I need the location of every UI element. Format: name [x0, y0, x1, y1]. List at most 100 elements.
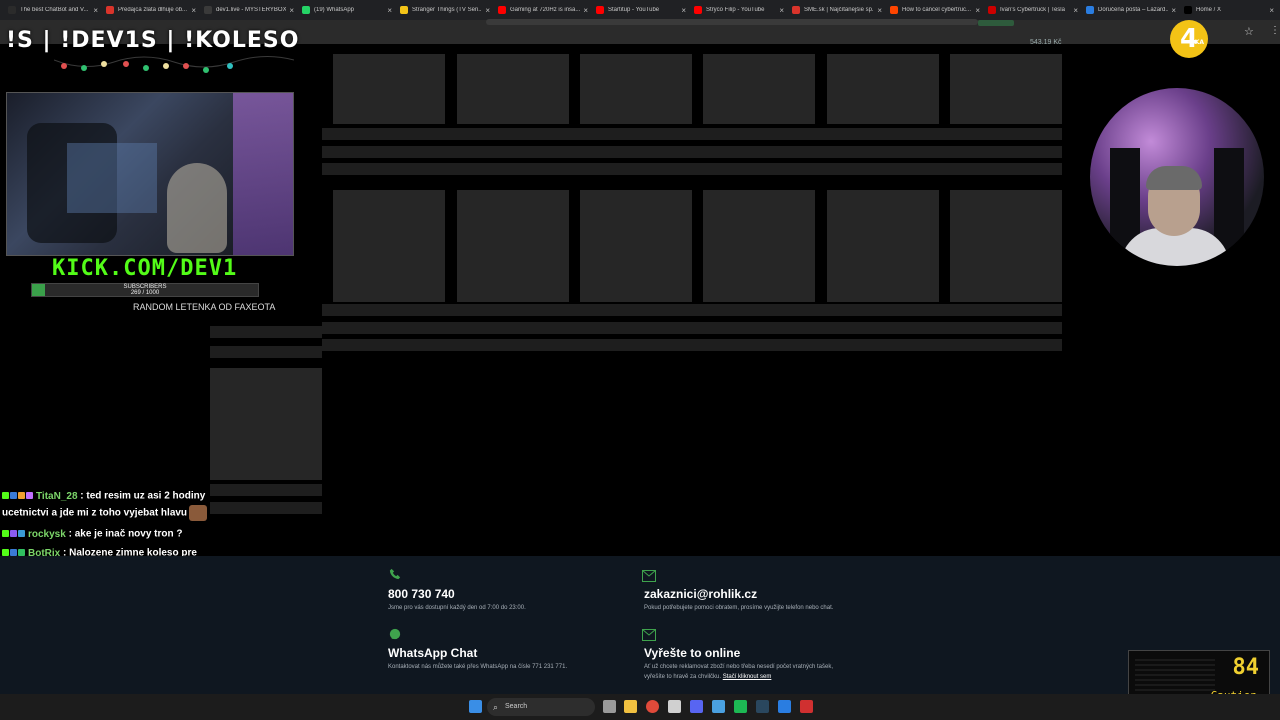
close-tab-icon[interactable]: ×	[779, 6, 784, 15]
badge-icon	[2, 529, 9, 537]
app-red-icon[interactable]	[800, 700, 813, 713]
placeholder-card	[580, 54, 692, 124]
badge-suffix: KA	[1194, 39, 1204, 46]
phone-icon	[389, 568, 401, 580]
browser-tab[interactable]: How to cancel cybertruc... ×	[886, 1, 984, 19]
placeholder-card	[703, 190, 815, 302]
spotify-icon[interactable]	[734, 700, 747, 713]
online-title[interactable]: Vyřešte to online	[644, 646, 740, 660]
chrome-alt-icon[interactable]	[668, 700, 681, 713]
close-tab-icon[interactable]: ×	[975, 6, 980, 15]
youtube-icon	[498, 6, 506, 14]
browser-tab[interactable]: SME.sk | Najčítanejšie sp... ×	[788, 1, 886, 19]
browser-tab-title: dev1.live - MYSTERYBOX...	[216, 7, 287, 13]
streamer-figure	[167, 163, 227, 253]
browser-tab[interactable]: Doručená pošta – Lazard... ×	[1082, 1, 1180, 19]
sme-icon	[106, 6, 114, 14]
browser-tab-title: Strýco Filip - YouTube	[706, 7, 765, 13]
kick-url: KICK.COM/DEV1	[52, 256, 238, 281]
placeholder-card	[703, 54, 815, 124]
online-desc-line2: vyřešíte to hravě za chvilčku. Stačí kli…	[644, 672, 833, 682]
chat-username[interactable]: TitaN_28	[36, 491, 78, 502]
close-tab-icon[interactable]: ×	[1171, 6, 1176, 15]
chat-message: TitaN_28 : ted resim uz asi 2 hodiny uce…	[2, 488, 226, 521]
placeholder-strip	[322, 128, 1062, 140]
close-tab-icon[interactable]: ×	[191, 6, 196, 15]
badge-icon	[18, 491, 25, 499]
placeholder-card	[950, 190, 1062, 302]
browser-tab[interactable]: Ivan's Cybertruck | Tesla ×	[984, 1, 1082, 19]
close-tab-icon[interactable]: ×	[1269, 6, 1274, 15]
emote-icon	[189, 504, 208, 521]
browser-tab[interactable]: Home / X ×	[1180, 1, 1278, 19]
badge-icon	[10, 548, 17, 556]
close-tab-icon[interactable]: ×	[1073, 6, 1078, 15]
contact-footer: 800 730 740 Jsme pro vás dostupní každý …	[0, 556, 1280, 694]
close-tab-icon[interactable]: ×	[387, 6, 392, 15]
browser-tab-title: SME.sk | Najčítanejšie sp...	[804, 7, 875, 13]
browser-tab[interactable]: dev1.live - MYSTERYBOX... ×	[200, 1, 298, 19]
email-address[interactable]: zakaznici@rohlik.cz	[644, 587, 757, 601]
monitor-glow	[67, 143, 157, 213]
purple-light	[233, 93, 293, 255]
windows-taskbar: ⌕ Search	[0, 694, 1280, 720]
badge-icon	[2, 548, 9, 556]
whatsapp-title[interactable]: WhatsApp Chat	[388, 646, 477, 660]
close-tab-icon[interactable]: ×	[681, 6, 686, 15]
address-bar[interactable]	[486, 19, 978, 25]
dev1-icon	[204, 6, 212, 14]
task-view-icon[interactable]	[603, 700, 616, 713]
browser-menu-icon[interactable]: ⋮	[1270, 25, 1280, 36]
phone-number[interactable]: 800 730 740	[388, 587, 455, 601]
windows-start-icon[interactable]	[469, 700, 482, 713]
browser-tab[interactable]: Gaming at 720Hz is insa... ×	[494, 1, 592, 19]
browser-tab-title: (19) WhatsApp	[314, 7, 355, 13]
app-blue-icon[interactable]	[778, 700, 791, 713]
whatsapp-desc: Kontaktovat nás můžete také přes WhatsAp…	[388, 664, 568, 670]
placeholder-strip	[210, 484, 322, 496]
placeholder-card	[210, 368, 322, 480]
discord-icon[interactable]	[690, 700, 703, 713]
online-desc: Ať už chcete reklamovat zboží nebo třeba…	[644, 662, 833, 682]
browser-tab[interactable]: (19) WhatsApp ×	[298, 1, 396, 19]
chrome-icon[interactable]	[646, 700, 659, 713]
close-tab-icon[interactable]: ×	[93, 6, 98, 15]
online-link[interactable]: Stačí kliknout sem	[723, 674, 772, 680]
badge-icon	[18, 529, 25, 537]
chat-username[interactable]: rockysk	[28, 529, 66, 540]
close-tab-icon[interactable]: ×	[289, 6, 294, 15]
file-explorer-icon[interactable]	[624, 700, 637, 713]
badge-icon	[10, 529, 17, 537]
stream-title: !S | !DEV1S | !KOLESO	[6, 28, 300, 53]
caution-value: 84	[1232, 655, 1260, 680]
placeholder-card	[827, 54, 939, 124]
online-mail-icon	[642, 629, 656, 641]
placeholder-card	[580, 190, 692, 302]
close-tab-icon[interactable]: ×	[877, 6, 882, 15]
badge-icon	[10, 491, 17, 499]
subscribers-count: 269 / 1000	[130, 290, 160, 296]
christmas-lights-icon	[54, 56, 294, 73]
bookmark-star-icon[interactable]: ☆	[1244, 25, 1254, 38]
taskbar-search[interactable]: ⌕ Search	[487, 698, 595, 716]
notepad-icon[interactable]	[712, 700, 725, 713]
browser-tab[interactable]: Stranger Things (TV Seri... ×	[396, 1, 494, 19]
x-icon	[1184, 6, 1192, 14]
browser-tab[interactable]: Strýco Filip - YouTube ×	[690, 1, 788, 19]
extension-badge-icon[interactable]: 4 KA	[1170, 20, 1208, 58]
close-tab-icon[interactable]: ×	[485, 6, 490, 15]
placeholder-strip	[210, 502, 322, 514]
placeholder-strip	[210, 346, 322, 358]
placeholder-card	[950, 54, 1062, 124]
browser-tab-title: Gaming at 720Hz is insa...	[510, 7, 581, 13]
steam-icon[interactable]	[756, 700, 769, 713]
placeholder-card	[827, 190, 939, 302]
streamer-hair	[1146, 166, 1202, 190]
chat-badges	[2, 526, 26, 542]
address-bar-indicator	[978, 20, 1014, 26]
browser-tab[interactable]: The best ChatBot and V... ×	[4, 1, 102, 19]
close-tab-icon[interactable]: ×	[583, 6, 588, 15]
browser-tab[interactable]: Startitup - YouTube ×	[592, 1, 690, 19]
mail-icon	[642, 570, 656, 582]
browser-tab[interactable]: Predajca zlata dlhuje ob... ×	[102, 1, 200, 19]
